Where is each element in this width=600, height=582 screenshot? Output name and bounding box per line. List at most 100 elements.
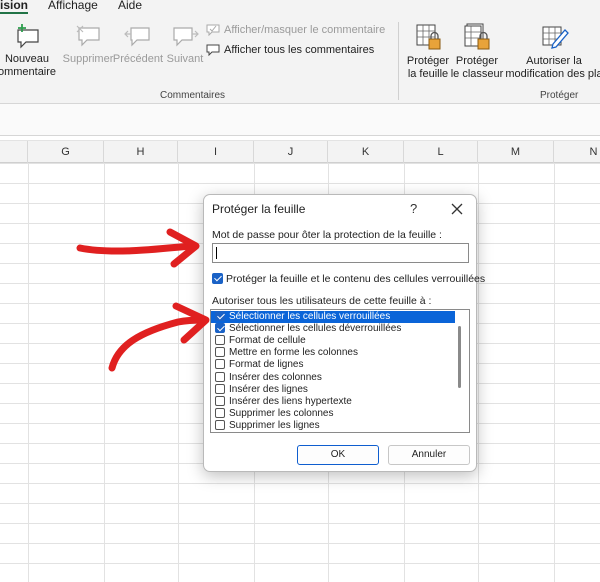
protect-sheet-icon [416, 24, 441, 50]
option-label: Sélectionner les cellules déverrouillées [229, 323, 402, 334]
option-checkbox[interactable] [215, 311, 225, 321]
protect-sheet-label-1: Protéger [406, 55, 450, 67]
allow-edit-ranges-label-2: modification des pla [505, 68, 600, 80]
option-checkbox[interactable] [215, 347, 225, 357]
new-comment-button[interactable]: Nouveau ommentaire [0, 22, 60, 79]
column-header-j[interactable]: J [254, 141, 328, 163]
active-tab-indicator [0, 12, 28, 14]
list-item[interactable]: Sélectionner les cellules verrouillées [211, 311, 455, 323]
password-input[interactable] [212, 243, 469, 263]
group-separator [398, 22, 399, 100]
formula-bar-area [0, 104, 600, 136]
tab-revision[interactable]: ision [0, 0, 28, 12]
show-hide-comment-label: Afficher/masquer le commentaire [224, 24, 386, 36]
grid-line [178, 163, 179, 582]
column-header-g[interactable]: G [28, 141, 104, 163]
close-icon [451, 203, 463, 215]
protect-sheet-label-2: la feuille [407, 68, 449, 80]
list-item[interactable]: Insérer des lignes [211, 384, 455, 396]
new-comment-label-1: Nouveau [4, 53, 50, 65]
option-checkbox[interactable] [215, 359, 225, 369]
protect-workbook-button[interactable]: Protéger le classeur [450, 22, 504, 81]
comments-group-label: Commentaires [160, 90, 226, 101]
show-hide-comment-icon [206, 24, 220, 36]
list-item[interactable]: Supprimer les colonnes [211, 408, 455, 420]
column-header-i[interactable]: I [178, 141, 254, 163]
close-button[interactable] [447, 199, 467, 219]
allow-edit-ranges-button[interactable]: Autoriser la modification des pla [504, 22, 600, 81]
list-item[interactable]: Sélectionner les cellules déverrouillées [211, 323, 455, 335]
option-label: Supprimer les colonnes [229, 408, 334, 419]
grid-line [478, 163, 479, 582]
grid-line [554, 163, 555, 582]
column-header-m[interactable]: M [478, 141, 554, 163]
grid-line [104, 163, 105, 582]
new-comment-label-2: ommentaire [0, 66, 57, 78]
next-comment-label: Suivant [166, 53, 204, 65]
option-checkbox[interactable] [215, 372, 225, 382]
option-checkbox[interactable] [215, 323, 225, 333]
previous-comment-label: Précédent [112, 53, 164, 65]
dialog-title: Protéger la feuille [212, 202, 306, 216]
delete-comment-button[interactable]: Supprimer [60, 22, 116, 66]
ribbon: ision Affichage Aide Nouveau ommentaire … [0, 0, 600, 104]
text-caret [216, 247, 217, 259]
protect-contents-checkbox[interactable] [212, 273, 223, 284]
option-label: Insérer des lignes [229, 384, 308, 395]
list-item[interactable]: Format de lignes [211, 359, 455, 371]
next-comment-button[interactable]: Suivant [162, 22, 208, 66]
grid-line [28, 163, 29, 582]
show-all-comments-label: Afficher tous les commentaires [224, 44, 375, 56]
new-comment-icon [17, 24, 39, 49]
tab-affichage[interactable]: Affichage [48, 0, 98, 12]
protect-workbook-label-1: Protéger [455, 55, 499, 67]
protect-sheet-button[interactable]: Protéger la feuille [402, 22, 454, 81]
option-label: Format de cellule [229, 335, 306, 346]
option-checkbox[interactable] [215, 408, 225, 418]
list-item[interactable]: Insérer des colonnes [211, 372, 455, 384]
column-header-n[interactable]: N [554, 141, 600, 163]
cancel-button[interactable]: Annuler [388, 445, 470, 465]
list-item[interactable]: Format de cellule [211, 335, 455, 347]
tab-aide[interactable]: Aide [118, 0, 142, 12]
ok-button[interactable]: OK [297, 445, 379, 465]
help-button[interactable]: ? [410, 201, 417, 216]
delete-comment-label: Supprimer [62, 53, 114, 65]
option-label: Insérer des liens hypertexte [229, 396, 352, 407]
allow-edit-ranges-label-1: Autoriser la [526, 55, 582, 67]
option-checkbox[interactable] [215, 396, 225, 406]
option-checkbox[interactable] [215, 420, 225, 430]
delete-comment-icon [76, 25, 100, 47]
column-headers: G H I J K L M N [0, 140, 600, 163]
protect-contents-label: Protéger la feuille et le contenu des ce… [226, 273, 486, 285]
option-label: Insérer des colonnes [229, 372, 322, 383]
option-label: Format de lignes [229, 359, 304, 370]
show-all-comments-button[interactable]: Afficher tous les commentaires [206, 44, 374, 56]
list-item[interactable]: Mettre en forme les colonnes [211, 347, 455, 359]
protect-sheet-dialog: Protéger la feuille ? Mot de passe pour … [203, 194, 485, 472]
protect-group-label: Protéger [540, 90, 579, 101]
list-item[interactable]: Supprimer les lignes [211, 420, 455, 432]
show-all-comments-icon [206, 44, 220, 56]
option-checkbox[interactable] [215, 335, 225, 345]
column-header-k[interactable]: K [328, 141, 404, 163]
option-label: Supprimer les lignes [229, 420, 320, 431]
column-header-h[interactable]: H [104, 141, 178, 163]
protect-workbook-icon [464, 23, 490, 50]
protect-workbook-label-2: le classeur [450, 68, 504, 80]
option-label: Sélectionner les cellules verrouillées [229, 311, 391, 322]
previous-comment-button[interactable]: Précédent [112, 22, 164, 66]
list-scrollbar[interactable] [458, 326, 461, 388]
show-hide-comment-button[interactable]: Afficher/masquer le commentaire [206, 24, 385, 36]
option-checkbox[interactable] [215, 384, 225, 394]
column-header-blank [0, 141, 28, 163]
allow-edit-ranges-icon [542, 26, 569, 49]
option-label: Mettre en forme les colonnes [229, 347, 358, 358]
permissions-list[interactable]: Sélectionner les cellules verrouillées S… [210, 309, 470, 433]
allow-users-label: Autoriser tous les utilisateurs de cette… [212, 295, 432, 307]
list-item[interactable]: Insérer des liens hypertexte [211, 396, 455, 408]
password-label: Mot de passe pour ôter la protection de … [212, 229, 442, 241]
previous-comment-icon [124, 27, 150, 47]
next-comment-icon [173, 27, 199, 47]
column-header-l[interactable]: L [404, 141, 478, 163]
